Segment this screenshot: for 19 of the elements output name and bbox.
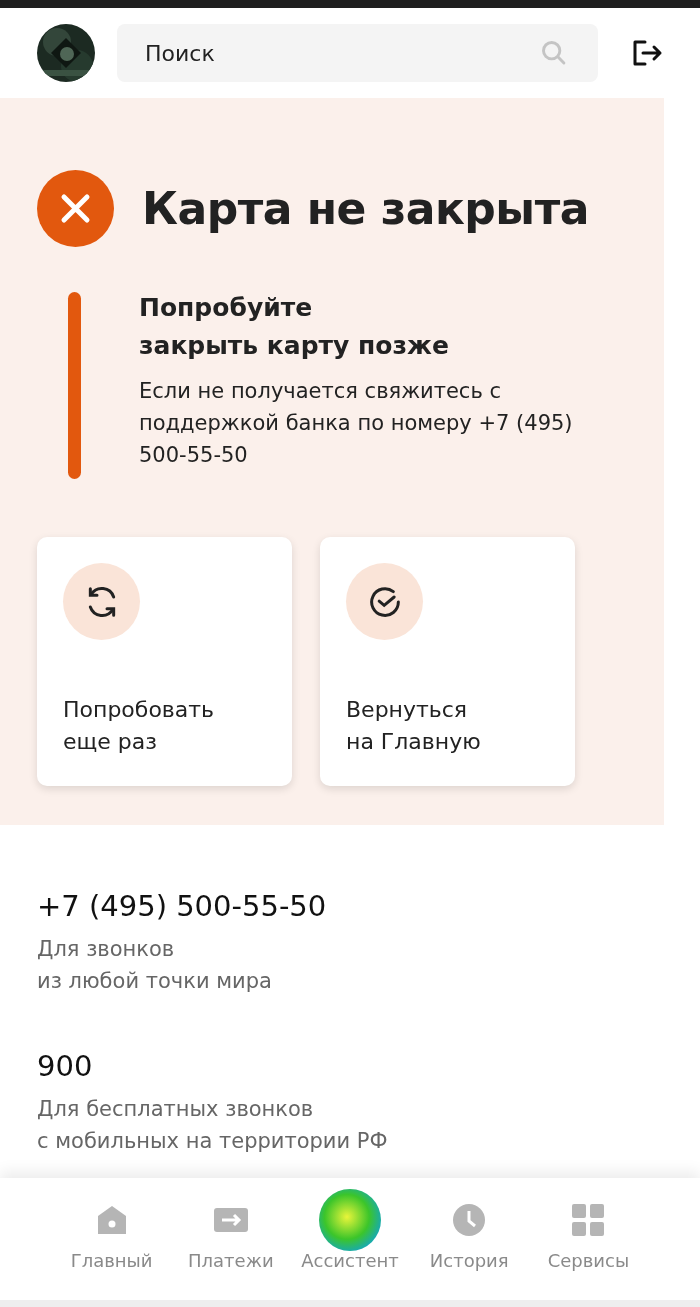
assistant-orb-icon [317, 1187, 383, 1253]
status-title: Карта не закрыта [142, 183, 589, 234]
nav-item[interactable]: Ассистент [290, 1178, 410, 1300]
nav-item[interactable]: Сервисы [528, 1178, 648, 1300]
nav-item[interactable]: Главный [52, 1178, 172, 1300]
logout-icon [631, 39, 663, 67]
error-icon [37, 170, 114, 247]
nav-item[interactable]: История [409, 1178, 529, 1300]
action-card[interactable]: Попробовать еще раз [37, 537, 292, 786]
action-card[interactable]: Вернуться на Главную [320, 537, 575, 786]
phone-number: +7 (495) 500-55-50 [37, 889, 328, 923]
phone-number: 900 [37, 1049, 94, 1083]
search-icon [540, 39, 568, 67]
search-field[interactable]: Поиск [117, 24, 598, 82]
phone-note: Для бесплатных звонков с мобильных на территории РФ [37, 1096, 389, 1155]
status-heading: Попробуйте закрыть карту позже [139, 292, 450, 362]
phone-note: Для звонков из любой точки мира [37, 936, 273, 995]
nav-item[interactable]: Платежи [171, 1178, 291, 1300]
status-message: Если не получается свяжитесь с поддержкой банка по номеру +7 (495) 500-55-50 [139, 378, 574, 469]
